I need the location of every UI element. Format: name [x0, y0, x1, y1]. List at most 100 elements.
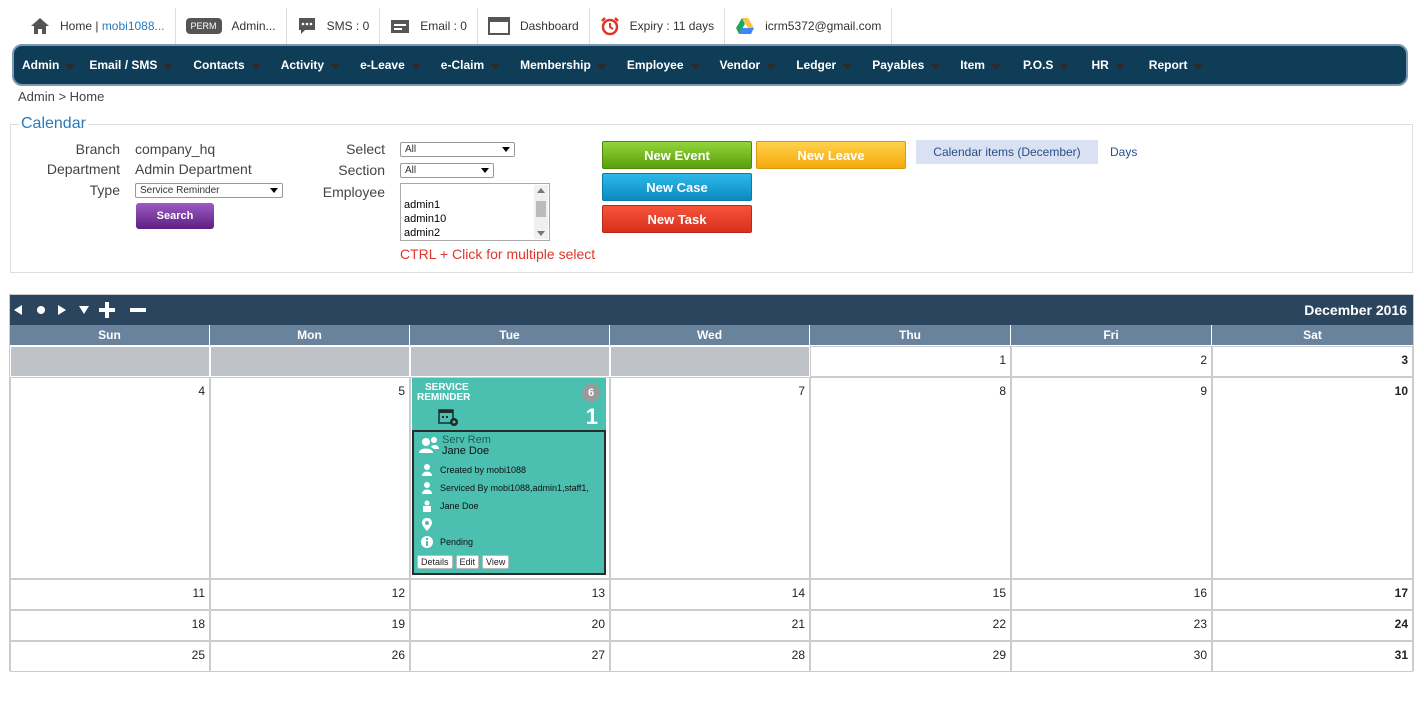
calendar-day-cell[interactable]: 17	[1212, 579, 1413, 610]
caret-down-icon	[490, 64, 501, 70]
calendar-day-cell[interactable]: 31	[1212, 641, 1413, 672]
next-month-button[interactable]	[58, 295, 66, 325]
caret-down-icon	[990, 64, 1001, 70]
new-leave-button[interactable]: New Leave	[756, 141, 906, 169]
today-dot-icon	[37, 306, 45, 314]
select-dropdown[interactable]: All	[400, 142, 515, 157]
calendar-day-cell[interactable]: 9	[1011, 377, 1212, 579]
calendar-day-cell[interactable]	[10, 346, 210, 377]
scroll-thumb[interactable]	[536, 201, 546, 217]
calendar-day-cell[interactable]: 2	[1011, 346, 1212, 377]
calendar-day-cell[interactable]: 21	[610, 610, 810, 641]
calendar-day-cell[interactable]: 28	[610, 641, 810, 672]
calendar-day-cell[interactable]: 5	[210, 377, 410, 579]
calendar-day-cell[interactable]	[410, 346, 610, 377]
nav-e-leave[interactable]: e-Leave	[360, 58, 421, 72]
calendar-day-cell[interactable]: 11	[10, 579, 210, 610]
next-arrow-icon	[58, 305, 66, 315]
employee-option[interactable]: admin1	[404, 198, 549, 212]
employee-option[interactable]: admin10	[404, 212, 549, 226]
nav-email-sms[interactable]: Email / SMS	[89, 58, 174, 72]
calendar-day-cell[interactable]: 22	[810, 610, 1011, 641]
home-user-link[interactable]: mobi1088...	[102, 19, 165, 33]
edit-button[interactable]: Edit	[455, 555, 480, 569]
day-number: 22	[992, 617, 1006, 631]
today-button[interactable]	[37, 295, 45, 325]
calendar-day-cell[interactable]: 13	[410, 579, 610, 610]
day-number: 30	[1193, 648, 1207, 662]
service-reminder-tile[interactable]: SERVICE REMINDER 6 1 Serv Rem Jane Doe Cr…	[412, 378, 606, 575]
calendar-day-cell[interactable]: 15	[810, 579, 1011, 610]
home-link[interactable]: Home | mobi1088...	[12, 8, 176, 44]
days-tab[interactable]: Days	[1110, 145, 1137, 159]
new-event-button[interactable]: New Event	[602, 141, 752, 169]
account-link[interactable]: icrm5372@gmail.com	[725, 8, 893, 44]
calendar-day-cell[interactable]: 29	[810, 641, 1011, 672]
calendar-day-cell[interactable]: 30	[1011, 641, 1212, 672]
calendar-day-cell[interactable]: 14	[610, 579, 810, 610]
dropdown-arrow-icon	[481, 168, 489, 173]
nav-employee[interactable]: Employee	[627, 58, 700, 72]
created-by-row: Created by mobi1088	[420, 464, 526, 476]
caret-down-icon	[689, 64, 700, 70]
type-select[interactable]: Service Reminder	[135, 183, 283, 198]
calendar-day-cell[interactable]: 12	[210, 579, 410, 610]
search-button[interactable]: Search	[136, 203, 214, 229]
calendar-day-cell[interactable]: 19	[210, 610, 410, 641]
nav-pos[interactable]: P.O.S	[1023, 58, 1070, 72]
email-link[interactable]: Email : 0	[380, 8, 478, 44]
nav-membership[interactable]: Membership	[520, 58, 607, 72]
calendar-day-cell[interactable]: 24	[1212, 610, 1413, 641]
listbox-scrollbar[interactable]	[534, 185, 548, 239]
calendar-day-cell[interactable]: 1	[810, 346, 1011, 377]
calendar-day-cell[interactable]: 27	[410, 641, 610, 672]
calendar-day-cell[interactable]: 18	[10, 610, 210, 641]
calendar-day-cell[interactable]: 3	[1212, 346, 1413, 377]
calendar-day-cell[interactable]: 7	[610, 377, 810, 579]
new-task-button[interactable]: New Task	[602, 205, 752, 233]
calendar-day-cell[interactable]	[610, 346, 810, 377]
nav-contacts[interactable]: Contacts	[193, 58, 261, 72]
calendar-day-cell[interactable]: 25	[10, 641, 210, 672]
event-card[interactable]: Serv Rem Jane Doe Created by mobi1088 Se…	[412, 430, 606, 575]
nav-admin[interactable]: Admin	[22, 58, 76, 72]
zoom-in-button[interactable]	[99, 295, 115, 325]
nav-payables[interactable]: Payables	[872, 58, 941, 72]
info-icon	[420, 536, 434, 548]
day-number: 24	[1394, 617, 1408, 631]
sms-link[interactable]: SMS : 0	[287, 8, 381, 44]
prev-month-button[interactable]	[14, 295, 22, 325]
nav-e-claim[interactable]: e-Claim	[441, 58, 501, 72]
calendar-items-tab[interactable]: Calendar items (December)	[916, 140, 1098, 164]
view-button[interactable]: View	[482, 555, 510, 569]
nav-item[interactable]: Item	[960, 58, 1001, 72]
expand-button[interactable]	[79, 295, 89, 325]
nav-report[interactable]: Report	[1149, 58, 1204, 72]
dashboard-link[interactable]: Dashboard	[478, 8, 590, 44]
calendar-day-cell[interactable]	[210, 346, 410, 377]
scroll-down-icon[interactable]	[537, 231, 545, 236]
calendar-day-cell[interactable]: 4	[10, 377, 210, 579]
admin-menu[interactable]: PERM Admin...	[176, 8, 287, 44]
zoom-out-button[interactable]	[130, 295, 146, 325]
nav-vendor[interactable]: Vendor	[720, 58, 777, 72]
details-button[interactable]: Details	[417, 555, 453, 569]
calendar-day-cell[interactable]: 20	[410, 610, 610, 641]
calendar-day-cell[interactable]: 26	[210, 641, 410, 672]
nav-ledger[interactable]: Ledger	[796, 58, 853, 72]
serviced-by-row: Serviced By mobi1088,admin1,staff1,	[420, 482, 589, 494]
scroll-up-icon[interactable]	[537, 188, 545, 193]
employee-option[interactable]: admin2	[404, 226, 549, 240]
day-number: 15	[992, 586, 1006, 600]
location-row	[420, 518, 440, 531]
calendar-day-cell[interactable]: 8	[810, 377, 1011, 579]
calendar-day-cell[interactable]: 23	[1011, 610, 1212, 641]
calendar-day-cell[interactable]: 10	[1212, 377, 1413, 579]
nav-hr[interactable]: HR	[1091, 58, 1125, 72]
employee-listbox[interactable]: admin1 admin10 admin2	[400, 183, 550, 241]
day-number: 7	[798, 384, 805, 398]
section-dropdown[interactable]: All	[400, 163, 494, 178]
calendar-day-cell[interactable]: 16	[1011, 579, 1212, 610]
nav-activity[interactable]: Activity	[281, 58, 341, 72]
new-case-button[interactable]: New Case	[602, 173, 752, 201]
